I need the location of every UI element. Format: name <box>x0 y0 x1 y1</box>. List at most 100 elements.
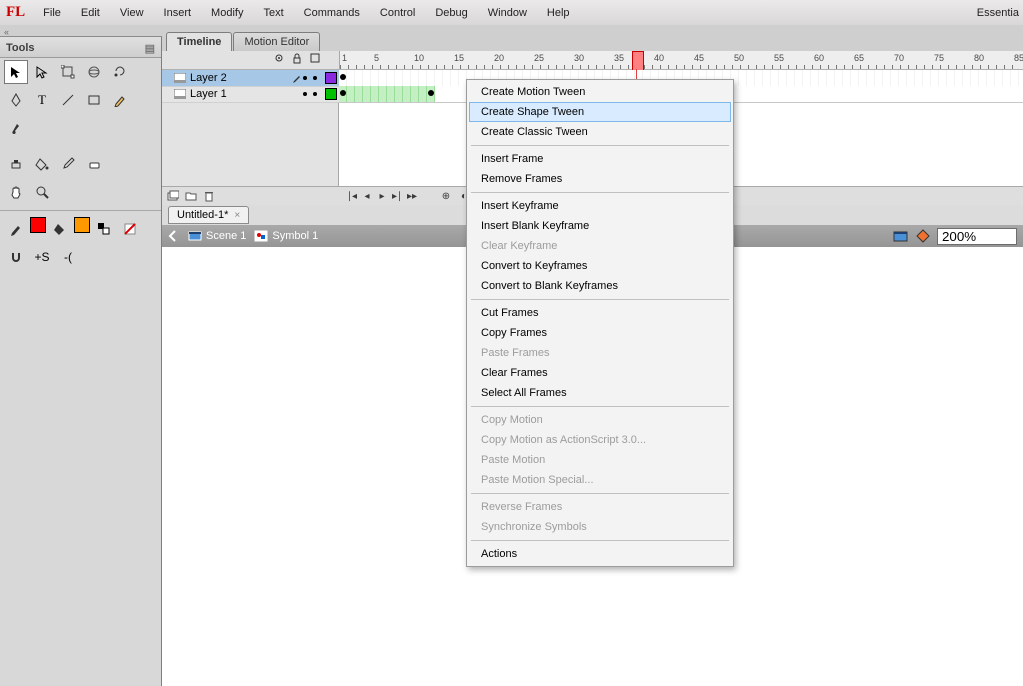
pen-tool[interactable] <box>4 88 28 112</box>
menu-commands[interactable]: Commands <box>304 7 360 19</box>
app-logo: FL <box>6 4 25 21</box>
context-menu-item[interactable]: Clear Frames <box>469 363 731 383</box>
last-frame-button[interactable]: ▸▸ <box>405 190 419 202</box>
context-menu: Create Motion TweenCreate Shape TweenCre… <box>466 79 734 567</box>
brush-tool[interactable] <box>4 116 28 140</box>
context-menu-item[interactable]: Actions <box>469 544 731 564</box>
delete-layer-button[interactable] <box>202 190 216 202</box>
menu-view[interactable]: View <box>120 7 144 19</box>
context-menu-item[interactable]: Select All Frames <box>469 383 731 403</box>
menu-debug[interactable]: Debug <box>435 7 467 19</box>
menu-help[interactable]: Help <box>547 7 570 19</box>
first-frame-button[interactable]: ∣◂ <box>345 190 359 202</box>
lock-dot[interactable] <box>313 76 317 80</box>
menu-edit[interactable]: Edit <box>81 7 100 19</box>
new-layer-button[interactable] <box>166 190 180 202</box>
lock-column-icon[interactable] <box>291 52 303 64</box>
scene-crumb[interactable]: Scene 1 <box>188 230 246 242</box>
straighten-option[interactable]: -( <box>56 245 80 269</box>
menu-file[interactable]: File <box>43 7 61 19</box>
selection-tool[interactable] <box>4 60 28 84</box>
context-menu-item: Copy Motion <box>469 410 731 430</box>
pencil-icon <box>293 73 303 83</box>
stroke-color-swatch[interactable] <box>30 217 46 233</box>
context-menu-item[interactable]: Convert to Keyframes <box>469 256 731 276</box>
playhead[interactable] <box>632 51 644 70</box>
menu-bar: FL File Edit View Insert Modify Text Com… <box>0 0 1023 26</box>
context-menu-item[interactable]: Create Motion Tween <box>469 82 731 102</box>
context-menu-item[interactable]: Insert Frame <box>469 149 731 169</box>
zoom-tool[interactable] <box>30 180 54 204</box>
context-menu-item[interactable]: Remove Frames <box>469 169 731 189</box>
snap-tool[interactable] <box>4 245 28 269</box>
ink-bottle-tool[interactable] <box>4 152 28 176</box>
fill-color-swatch[interactable] <box>74 217 90 233</box>
tab-timeline[interactable]: Timeline <box>166 32 232 51</box>
stroke-pencil-icon <box>4 217 28 241</box>
context-menu-item[interactable]: Create Shape Tween <box>469 102 731 122</box>
context-menu-item[interactable]: Copy Frames <box>469 323 731 343</box>
back-button[interactable] <box>166 229 180 243</box>
subselection-tool[interactable] <box>30 60 54 84</box>
bw-swap-icon[interactable] <box>92 217 116 241</box>
new-folder-button[interactable] <box>184 190 198 202</box>
collapse-icon[interactable]: « <box>4 27 9 37</box>
prev-frame-button[interactable]: ◂ <box>360 190 374 202</box>
outline-color-swatch[interactable] <box>325 72 337 84</box>
menu-separator <box>471 540 729 541</box>
next-frame-button[interactable]: ▸∣ <box>390 190 404 202</box>
symbol-label: Symbol 1 <box>272 230 318 242</box>
close-icon[interactable]: × <box>234 210 240 221</box>
workspace-switcher[interactable]: Essentia <box>977 7 1019 19</box>
edit-scene-icon[interactable] <box>893 229 909 243</box>
visibility-dot[interactable] <box>303 92 307 96</box>
center-frame-button[interactable]: ⊕ <box>439 190 453 202</box>
symbol-crumb[interactable]: Symbol 1 <box>254 230 318 242</box>
context-menu-item[interactable]: Cut Frames <box>469 303 731 323</box>
context-menu-item: Synchronize Symbols <box>469 517 731 537</box>
timeline-tab-bar: Timeline Motion Editor <box>162 30 1023 52</box>
3d-rotation-tool[interactable] <box>82 60 106 84</box>
hand-tool[interactable] <box>4 180 28 204</box>
visibility-column-icon[interactable] <box>273 52 285 64</box>
lock-dot[interactable] <box>313 92 317 96</box>
zoom-input[interactable] <box>937 228 1017 245</box>
context-menu-item: Reverse Frames <box>469 497 731 517</box>
outline-column-icon[interactable] <box>309 52 321 64</box>
lasso-tool[interactable] <box>108 60 132 84</box>
outline-color-swatch[interactable] <box>325 88 337 100</box>
eraser-tool[interactable] <box>82 152 106 176</box>
paint-bucket-tool[interactable] <box>30 152 54 176</box>
menu-separator <box>471 192 729 193</box>
menu-modify[interactable]: Modify <box>211 7 243 19</box>
context-menu-item[interactable]: Insert Keyframe <box>469 196 731 216</box>
context-menu-item[interactable]: Create Classic Tween <box>469 122 731 142</box>
menu-insert[interactable]: Insert <box>164 7 192 19</box>
context-menu-item: Clear Keyframe <box>469 236 731 256</box>
keyframe-icon[interactable] <box>340 90 346 96</box>
rectangle-tool[interactable] <box>82 88 106 112</box>
visibility-dot[interactable] <box>303 76 307 80</box>
document-tab[interactable]: Untitled-1* × <box>168 206 249 224</box>
text-tool[interactable]: T <box>30 88 54 112</box>
context-menu-item[interactable]: Insert Blank Keyframe <box>469 216 731 236</box>
context-menu-item[interactable]: Convert to Blank Keyframes <box>469 276 731 296</box>
no-color-icon[interactable] <box>118 217 142 241</box>
pencil-tool[interactable] <box>108 88 132 112</box>
play-button[interactable]: ▸ <box>375 190 389 202</box>
tools-grip-icon[interactable]: ▤ <box>145 42 155 55</box>
tab-motion-editor[interactable]: Motion Editor <box>233 32 320 51</box>
menu-control[interactable]: Control <box>380 7 415 19</box>
free-transform-tool[interactable] <box>56 60 80 84</box>
smooth-option[interactable]: +S <box>30 245 54 269</box>
layer-name: Layer 2 <box>190 72 293 84</box>
edit-symbol-icon[interactable] <box>915 229 931 243</box>
menu-window[interactable]: Window <box>488 7 527 19</box>
keyframe-icon[interactable] <box>428 90 434 96</box>
frame-ruler[interactable]: 1510152025303540455055606570758085 <box>339 51 1023 69</box>
keyframe-icon[interactable] <box>340 74 346 80</box>
line-tool[interactable] <box>56 88 80 112</box>
eyedropper-tool[interactable] <box>56 152 80 176</box>
menu-text[interactable]: Text <box>263 7 283 19</box>
context-menu-item: Paste Motion Special... <box>469 470 731 490</box>
